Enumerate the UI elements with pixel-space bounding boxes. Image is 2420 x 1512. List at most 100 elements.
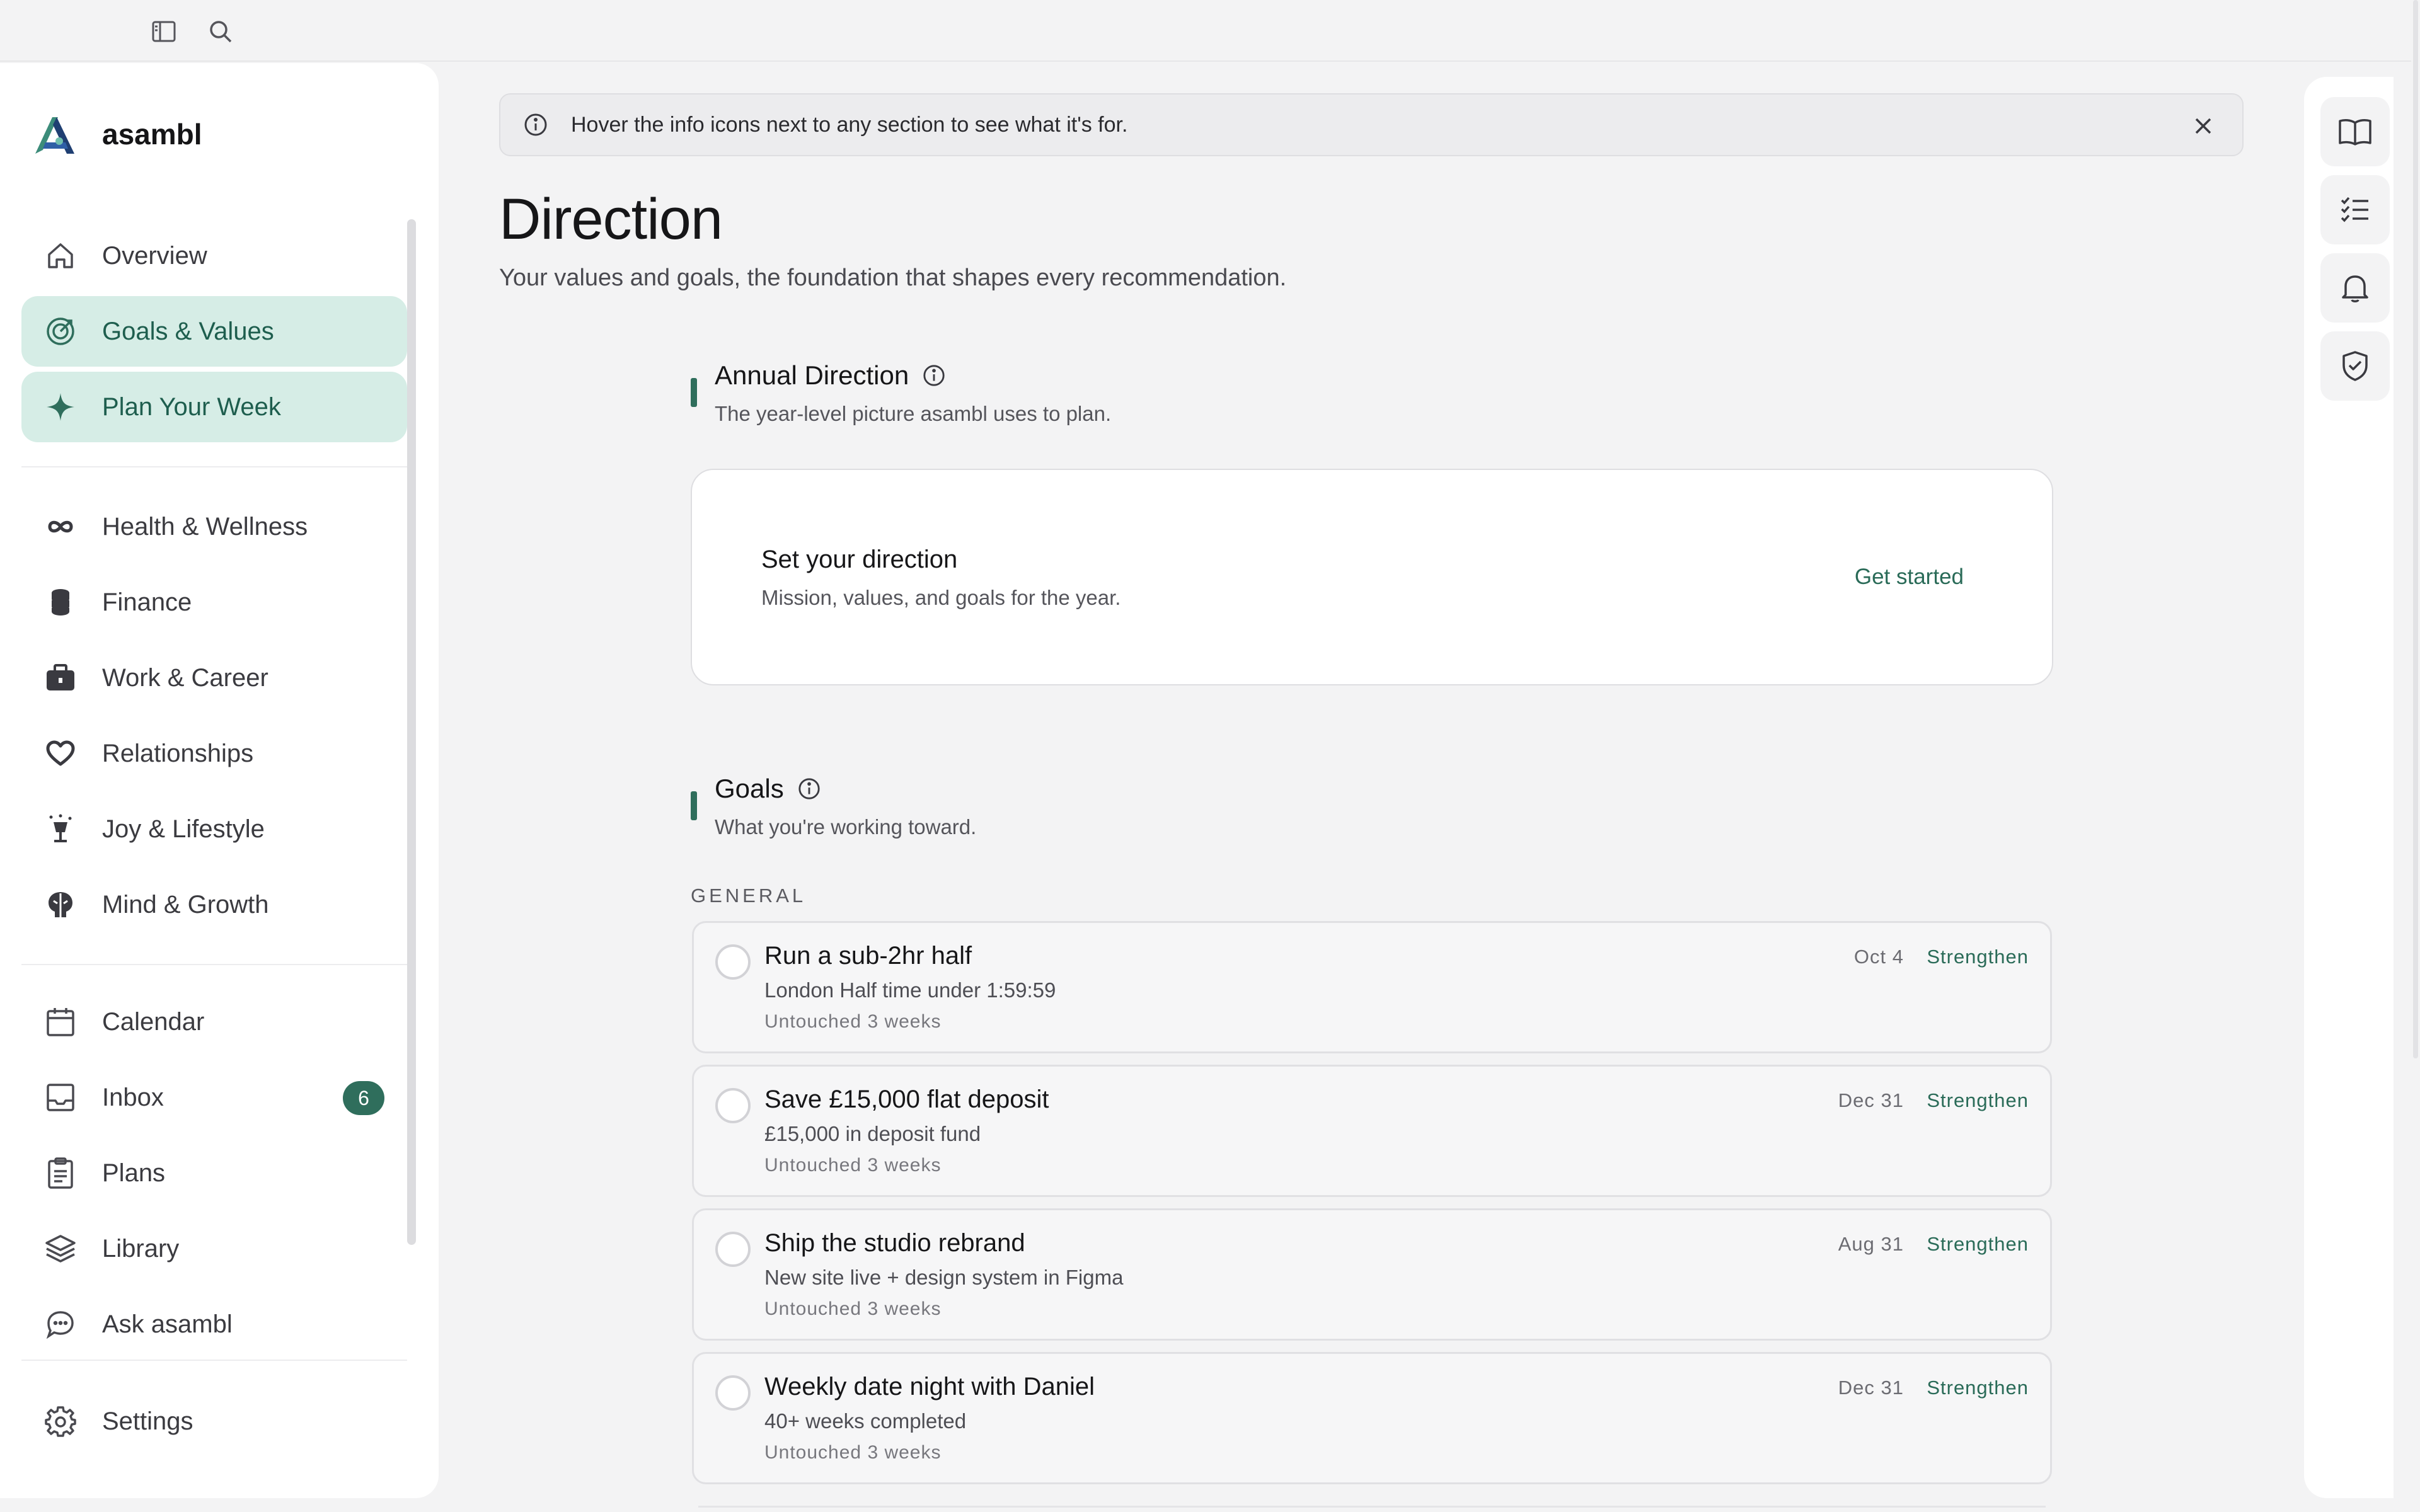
clipboard-icon	[43, 1155, 78, 1191]
info-icon[interactable]	[797, 776, 822, 801]
goal-metric: £15,000 in deposit fund	[764, 1122, 981, 1145]
heart-icon	[43, 736, 78, 771]
infinity-icon	[43, 509, 78, 544]
close-icon[interactable]	[2189, 112, 2217, 140]
nav-item-mind-growth[interactable]: Mind & Growth	[21, 869, 407, 940]
nav-label: Finance	[102, 588, 192, 616]
section-title: Annual Direction	[715, 360, 909, 390]
chat-icon	[43, 1307, 78, 1342]
goal-group-label: GENERAL	[691, 885, 807, 907]
calendar-icon	[43, 1004, 78, 1040]
nav-item-joy-lifestyle[interactable]: Joy & Lifestyle	[21, 794, 407, 864]
goal-status: Untouched 3 weeks	[764, 1442, 942, 1463]
goal-metric: London Half time under 1:59:59	[764, 978, 1056, 1002]
glass-icon	[43, 811, 78, 847]
page-scroll-thumb[interactable]	[2413, 0, 2418, 1058]
info-banner: Hover the info icons next to any section…	[499, 93, 2244, 156]
goal-status: Untouched 3 weeks	[764, 1155, 942, 1176]
nav-item-relationships[interactable]: Relationships	[21, 718, 407, 789]
strengthen-link[interactable]: Strengthen	[1927, 1377, 2029, 1399]
goal-card[interactable]: Weekly date night with Daniel 40+ weeks …	[692, 1352, 2052, 1484]
nav-item-calendar[interactable]: Calendar	[21, 987, 407, 1057]
nav-item-ask-asambl[interactable]: Ask asambl	[21, 1289, 407, 1360]
app-name: asambl	[102, 118, 202, 151]
goal-card[interactable]: Save £15,000 flat deposit £15,000 in dep…	[692, 1065, 2052, 1197]
strengthen-link[interactable]: Strengthen	[1927, 1089, 2029, 1112]
nav-item-inbox[interactable]: Inbox 6	[21, 1062, 407, 1133]
nav-label: Calendar	[102, 1007, 205, 1036]
card-title: Set your direction	[761, 546, 958, 573]
nav-item-settings[interactable]: Settings	[21, 1386, 407, 1457]
goal-date: Dec 31	[1838, 1089, 1904, 1111]
nav-item-goals-values[interactable]: Goals & Values	[21, 296, 407, 367]
nav-label: Plans	[102, 1159, 166, 1187]
strengthen-link[interactable]: Strengthen	[1927, 946, 2029, 968]
nav-label: Goals & Values	[102, 317, 274, 345]
book-icon[interactable]	[2320, 97, 2390, 166]
coins-icon	[43, 585, 78, 620]
right-toolbar	[2304, 77, 2394, 1498]
goal-checkbox[interactable]	[715, 1232, 751, 1267]
sidebar: asambl Overview Goals & Values Plan Your…	[0, 63, 439, 1498]
section-accent-bar	[691, 378, 697, 407]
section-title: Goals	[715, 774, 784, 803]
sidebar-toggle-icon[interactable]	[150, 18, 178, 45]
inbox-count-badge: 6	[343, 1081, 384, 1115]
goal-title: Save £15,000 flat deposit	[764, 1085, 1049, 1113]
info-icon[interactable]	[921, 363, 947, 388]
card-subtitle: Mission, values, and goals for the year.	[761, 586, 1121, 609]
nav-divider	[21, 1360, 407, 1361]
goal-card-partial	[698, 1506, 2046, 1512]
goals-header: Goals What you're working toward.	[691, 774, 976, 839]
goal-date: Oct 4	[1853, 946, 1904, 968]
goal-card[interactable]: Run a sub-2hr half London Half time unde…	[692, 921, 2052, 1053]
nav-item-library[interactable]: Library	[21, 1213, 407, 1284]
nav-label: Inbox	[102, 1083, 164, 1111]
layers-icon	[43, 1231, 78, 1266]
nav-label: Plan Your Week	[102, 392, 281, 421]
nav-label: Library	[102, 1234, 180, 1263]
section-description: What you're working toward.	[715, 815, 977, 839]
nav-label: Mind & Growth	[102, 890, 269, 919]
bell-icon[interactable]	[2320, 253, 2390, 323]
nav-item-work-career[interactable]: Work & Career	[21, 643, 407, 713]
nav-item-health-wellness[interactable]: Health & Wellness	[21, 491, 407, 562]
strengthen-link[interactable]: Strengthen	[1927, 1233, 2029, 1256]
nav-label: Settings	[102, 1407, 193, 1435]
get-started-link[interactable]: Get started	[1855, 564, 1964, 590]
page-title: Direction	[499, 187, 723, 251]
nav-item-plans[interactable]: Plans	[21, 1138, 407, 1208]
page-subtitle: Your values and goals, the foundation th…	[499, 265, 1287, 291]
nav-label: Relationships	[102, 739, 254, 767]
goal-title: Run a sub-2hr half	[764, 942, 972, 970]
nav-label: Ask asambl	[102, 1310, 233, 1338]
nav-item-overview[interactable]: Overview	[21, 220, 407, 291]
goal-checkbox[interactable]	[715, 1375, 751, 1411]
set-direction-card[interactable]: Set your direction Mission, values, and …	[691, 469, 2053, 685]
goal-date: Aug 31	[1838, 1233, 1904, 1255]
info-icon	[523, 112, 548, 137]
top-bar	[0, 0, 2420, 62]
goal-metric: New site live + design system in Figma	[764, 1266, 1124, 1289]
sidebar-scrollbar[interactable]	[407, 219, 416, 1245]
goal-metric: 40+ weeks completed	[764, 1409, 967, 1433]
goal-card[interactable]: Ship the studio rebrand New site live + …	[692, 1208, 2052, 1341]
goal-title: Weekly date night with Daniel	[764, 1373, 1095, 1400]
section-accent-bar	[691, 791, 697, 820]
inbox-icon	[43, 1080, 78, 1115]
nav-label: Work & Career	[102, 663, 268, 692]
annual-direction-header: Annual Direction The year-level picture …	[691, 360, 1111, 426]
checklist-icon[interactable]	[2320, 175, 2390, 244]
search-icon[interactable]	[207, 18, 234, 45]
goal-date: Dec 31	[1838, 1377, 1904, 1399]
page-scrollbar[interactable]	[2411, 0, 2420, 1512]
shield-check-icon[interactable]	[2320, 331, 2390, 401]
goal-checkbox[interactable]	[715, 944, 751, 980]
app-logo[interactable]: asambl	[32, 112, 202, 156]
goal-status: Untouched 3 weeks	[764, 1011, 942, 1032]
goal-checkbox[interactable]	[715, 1088, 751, 1123]
nav-item-plan-your-week[interactable]: Plan Your Week	[21, 372, 407, 442]
nav-item-finance[interactable]: Finance	[21, 567, 407, 638]
section-description: The year-level picture asambl uses to pl…	[715, 402, 1112, 425]
nav-label: Health & Wellness	[102, 512, 308, 541]
